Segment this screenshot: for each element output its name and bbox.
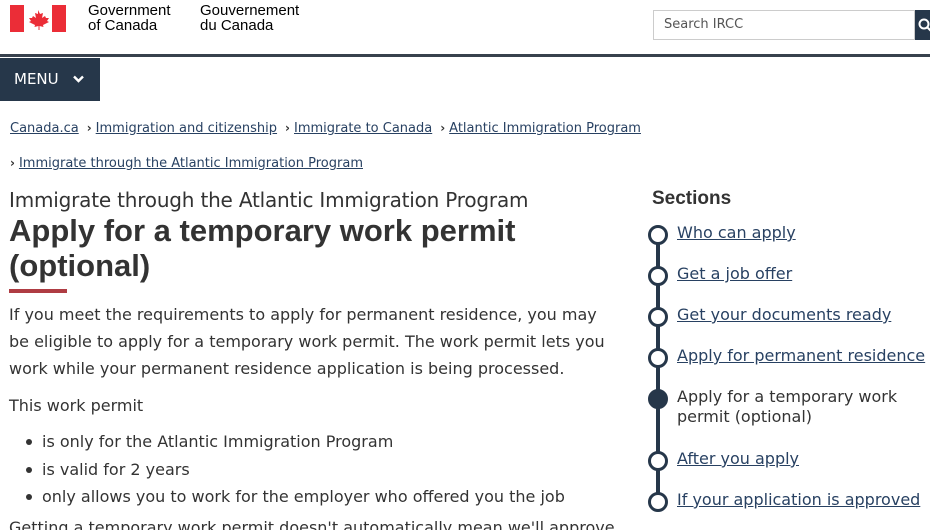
gov-name-en-line2: of Canada: [88, 17, 158, 34]
step-circle-icon: [648, 225, 668, 245]
breadcrumb-link-immigrate-through-atlantic[interactable]: Immigrate through the Atlantic Immigrati…: [19, 156, 363, 171]
breadcrumb: Canada.ca › Immigration and citizenship › Im…: [10, 121, 641, 136]
chevron-right-icon: ›: [440, 121, 446, 135]
gov-name-fr-line2: du Canada: [200, 17, 274, 34]
list-lead-text: This work permit: [9, 396, 144, 415]
gov-name-en-line1: Government: [88, 2, 171, 19]
title-underline-decoration: [9, 289, 67, 293]
work-permit-conditions-list: is only for the Atlantic Immigration Pro…: [24, 428, 565, 511]
intro-paragraph: If you meet the requirements to apply fo…: [9, 305, 605, 378]
page-title: Apply for a temporary work permit (optio…: [9, 213, 516, 283]
step-circle-icon: [648, 492, 668, 512]
breadcrumb-second-row: › Immigrate through the Atlantic Immigrat…: [10, 156, 363, 171]
search-button[interactable]: [915, 10, 930, 40]
approval-note-paragraph: Getting a temporary work permit doesn't …: [9, 518, 615, 530]
current-section-label: Apply for a temporary work permit (optio…: [677, 387, 898, 426]
menu-label: MENU: [14, 70, 59, 88]
step-circle-icon: [648, 451, 668, 471]
section-link[interactable]: Apply for permanent residence: [677, 346, 925, 366]
gov-name-fr-line1: Gouvernement: [200, 2, 300, 19]
section-link[interactable]: After you apply: [677, 449, 799, 469]
step-circle-icon: [648, 348, 668, 368]
breadcrumb-link-immigrate-to-canada[interactable]: Immigrate to Canada: [294, 121, 432, 136]
breadcrumb-link-atlantic-program[interactable]: Atlantic Immigration Program: [449, 121, 641, 136]
menu-button[interactable]: MENU: [0, 58, 100, 101]
section-link[interactable]: Who can apply: [677, 223, 796, 243]
breadcrumb-link-canada[interactable]: Canada.ca: [10, 121, 79, 136]
government-name-english[interactable]: Government of Canada: [88, 3, 171, 33]
sections-heading: Sections: [652, 188, 732, 209]
section-link[interactable]: Get your documents ready: [677, 305, 891, 325]
list-item: is only for the Atlantic Immigration Pro…: [24, 428, 565, 456]
list-item: is valid for 2 years: [24, 456, 565, 484]
search-icon: [918, 18, 930, 32]
site-header: Government of Canada Gouvernement du Can…: [0, 0, 930, 57]
chevron-right-icon: ›: [86, 121, 92, 135]
step-circle-icon: [648, 266, 668, 286]
list-item: only allows you to work for the employer…: [24, 483, 565, 511]
canada-flag-icon[interactable]: [10, 5, 66, 32]
breadcrumb-link-immigration-citizenship[interactable]: Immigration and citizenship: [96, 121, 277, 136]
step-circle-icon: [648, 307, 668, 327]
chevron-right-icon: ›: [285, 121, 290, 135]
section-link[interactable]: Get a job offer: [677, 264, 792, 284]
government-name-french[interactable]: Gouvernement du Canada: [200, 3, 299, 33]
step-filled-circle-icon: [648, 389, 668, 409]
chevron-down-icon: [73, 75, 84, 83]
search-input[interactable]: Search IRCC: [653, 10, 915, 40]
section-link[interactable]: If your application is approved: [677, 490, 920, 510]
page-kicker: Immigrate through the Atlantic Immigrati…: [9, 188, 529, 212]
chevron-right-icon: ›: [10, 156, 15, 170]
